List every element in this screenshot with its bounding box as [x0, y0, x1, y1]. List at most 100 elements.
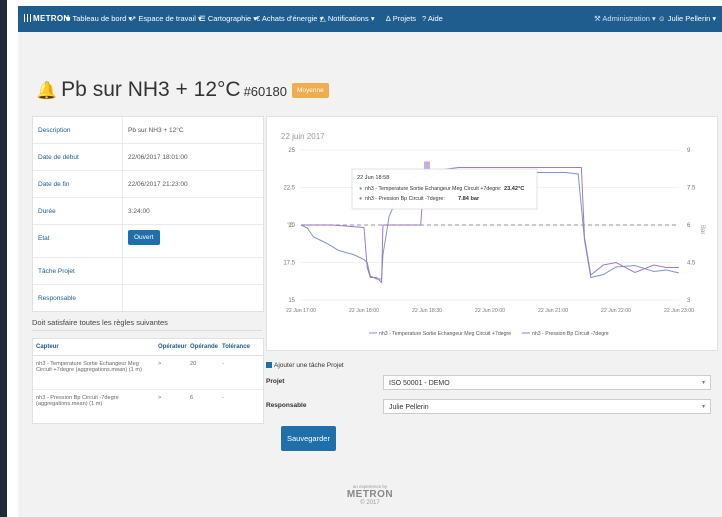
info-row: Tâche Projet: [33, 258, 263, 285]
rules-heading: Doit satisfaire toutes les règles suivan…: [32, 318, 262, 331]
nav-user-menu[interactable]: ☺ Julie Pellerin ▾: [658, 14, 716, 23]
wrench-icon: ⚒: [594, 14, 601, 23]
rule-operand: 20: [190, 361, 197, 367]
table-row: nh3 - Temperature Sortie Echangeur Meg C…: [33, 356, 263, 390]
info-row: Date de fin 22/06/2017 21:23:00: [33, 171, 263, 198]
add-project-task-checkbox[interactable]: Ajouter une tâche Projet: [266, 362, 344, 369]
nav-help[interactable]: ? Aide: [422, 14, 443, 23]
info-row: Etat Ouvert: [33, 225, 263, 258]
tooltip-bullet-2: ●: [359, 196, 362, 202]
alert-info-table: Description Pb sur NH3 + 12°C Date de déb…: [32, 116, 264, 312]
metron-logo-icon: [24, 14, 31, 22]
x-tick-label: 22 Jun 17:00: [286, 308, 316, 314]
rule-sensor: nh3 - Temperature Sortie Echangeur Meg C…: [36, 361, 142, 373]
info-label: Durée: [33, 198, 123, 224]
tooltip-line1-label: nh3 - Temperature Sortie Echangeur Meg C…: [365, 186, 501, 192]
app-frame: METRON ■ Tableau de bord ▾ ↗ Espace de t…: [18, 6, 722, 517]
alert-id: #60180: [243, 84, 287, 99]
y-left-tick-label: 22.5: [283, 186, 295, 192]
sitemap-icon: ☰: [199, 14, 206, 23]
tooltip-line2-value: 7.84 bar: [458, 196, 480, 202]
dashboard-icon: ■: [66, 14, 71, 23]
projet-selected-value: ISO 50001 - DEMO: [389, 380, 450, 387]
col-header: Tolérance: [222, 344, 250, 350]
info-row: Date de début 22/06/2017 18:01:00: [33, 144, 263, 171]
x-tick-label: 22 Jun 21:00: [538, 308, 568, 314]
nav-workspace[interactable]: ↗ Espace de travail ▾: [130, 14, 202, 23]
chart-icon: ↗: [130, 14, 137, 23]
nav-dashboard[interactable]: ■ Tableau de bord ▾: [66, 14, 132, 23]
y-right-tick-label: 6: [687, 223, 691, 229]
chevron-down-icon: ▾: [701, 380, 705, 386]
responsable-label: Responsable: [266, 402, 307, 409]
rule-sensor: nh3 - Pression Bp Circuit -7degre (aggre…: [36, 395, 119, 407]
col-header: Opérande: [190, 344, 219, 350]
info-value: 3:24:00: [128, 208, 150, 215]
info-label: Responsable: [33, 285, 123, 311]
info-label: Date de fin: [33, 171, 123, 197]
info-value: Pb sur NH3 + 12°C: [128, 127, 184, 134]
priority-badge: Moyenne: [291, 83, 329, 98]
nav-notifications[interactable]: △ Notifications ▾: [320, 14, 375, 23]
nav-projects[interactable]: ∆ Projets: [386, 14, 416, 23]
info-value: [123, 285, 128, 311]
nav-administration[interactable]: ⚒ Administration ▾: [594, 14, 656, 23]
bell-icon: △: [320, 14, 326, 23]
flask-icon: ∆: [386, 14, 391, 23]
brand-logo[interactable]: METRON: [24, 14, 69, 23]
projet-select[interactable]: ISO 50001 - DEMO ▾: [383, 375, 711, 390]
info-row: Description Pb sur NH3 + 12°C: [33, 117, 263, 144]
rules-header: Capteur Opérateur Opérande Tolérance: [33, 339, 263, 356]
chart-date-title: 22 juin 2017: [281, 132, 325, 141]
left-edge-strip: [0, 0, 7, 517]
nav-energy-purchase[interactable]: € Achats d'énergie ▾: [256, 14, 323, 23]
alert-title: Pb sur NH3 + 12°C: [61, 78, 241, 101]
nav-cartography[interactable]: ☰ Cartographie ▾: [199, 14, 257, 23]
checkbox-label: Ajouter une tâche Projet: [274, 362, 344, 369]
footer: an experience by METRON © 2017: [340, 484, 400, 506]
euro-icon: €: [256, 14, 261, 23]
info-label: Tâche Projet: [33, 258, 123, 284]
responsable-selected-value: Julie Pellerin: [389, 404, 429, 411]
x-tick-label: 22 Jun 20:00: [475, 308, 505, 314]
y-left-tick-label: 25: [288, 148, 295, 154]
timeseries-chart[interactable]: 22 juin 20172522.52017.51597.564.5322 Ju…: [267, 117, 717, 350]
rule-tolerance: -: [222, 361, 224, 367]
save-button[interactable]: Sauvegarder: [281, 426, 336, 451]
y-right-axis-label: Bar: [699, 225, 705, 234]
y-left-tick-label: 15: [288, 298, 295, 304]
info-value: Ouvert: [123, 225, 160, 257]
info-value: [123, 258, 128, 284]
rule-operator: >: [158, 395, 162, 401]
info-row: Durée 3:24:00: [33, 198, 263, 225]
x-tick-label: 22 Jun 22:00: [601, 308, 631, 314]
tooltip-line2-label: nh3 - Pression Bp Circuit -7degre:: [365, 196, 445, 202]
checkbox-checked-icon: [266, 362, 272, 368]
info-value: 22/06/2017 18:01:00: [128, 154, 188, 161]
chart-panel: 22 juin 2017 25 22.5 20 17.5 15 9 7.5 6 4.5 3 22 Ju…: [266, 116, 718, 351]
rules-table: Capteur Opérateur Opérande Tolérance nh3…: [32, 338, 264, 424]
legend-label-1: nh3 - Temperature Sortie Echangeur Meg C…: [379, 331, 511, 337]
responsable-select[interactable]: Julie Pellerin ▾: [383, 399, 711, 414]
chevron-down-icon: ▾: [701, 404, 705, 410]
tooltip-time: 22 Jun 18:58: [357, 175, 389, 181]
info-label: Etat: [33, 225, 123, 257]
y-left-axis-label: °C: [287, 223, 294, 229]
brand-name: METRON: [33, 14, 70, 23]
footer-logo: METRON: [346, 489, 394, 500]
x-tick-label: 22 Jun 18:00: [349, 308, 379, 314]
status-open-button[interactable]: Ouvert: [128, 230, 160, 245]
info-value: 22/06/2017 21:23:00: [128, 181, 188, 188]
legend-label-2: nh3 - Pression Bp Circuit -7degre: [532, 331, 609, 337]
x-tick-label: 22 Jun 18:30: [412, 308, 442, 314]
rule-operator: >: [158, 361, 162, 367]
x-tick-label: 22 Jun 23:00: [664, 308, 694, 314]
user-icon: ☺: [658, 14, 666, 23]
tooltip-bullet-1: ●: [359, 186, 362, 192]
y-right-tick-label: 9: [687, 148, 691, 154]
top-navbar: METRON ■ Tableau de bord ▾ ↗ Espace de t…: [18, 6, 722, 32]
rule-operand: 6: [190, 395, 194, 401]
col-header: Capteur: [36, 344, 59, 350]
page-title: 🔔 Pb sur NH3 + 12°C #60180 Moyenne: [36, 78, 329, 102]
info-row: Responsable: [33, 285, 263, 311]
